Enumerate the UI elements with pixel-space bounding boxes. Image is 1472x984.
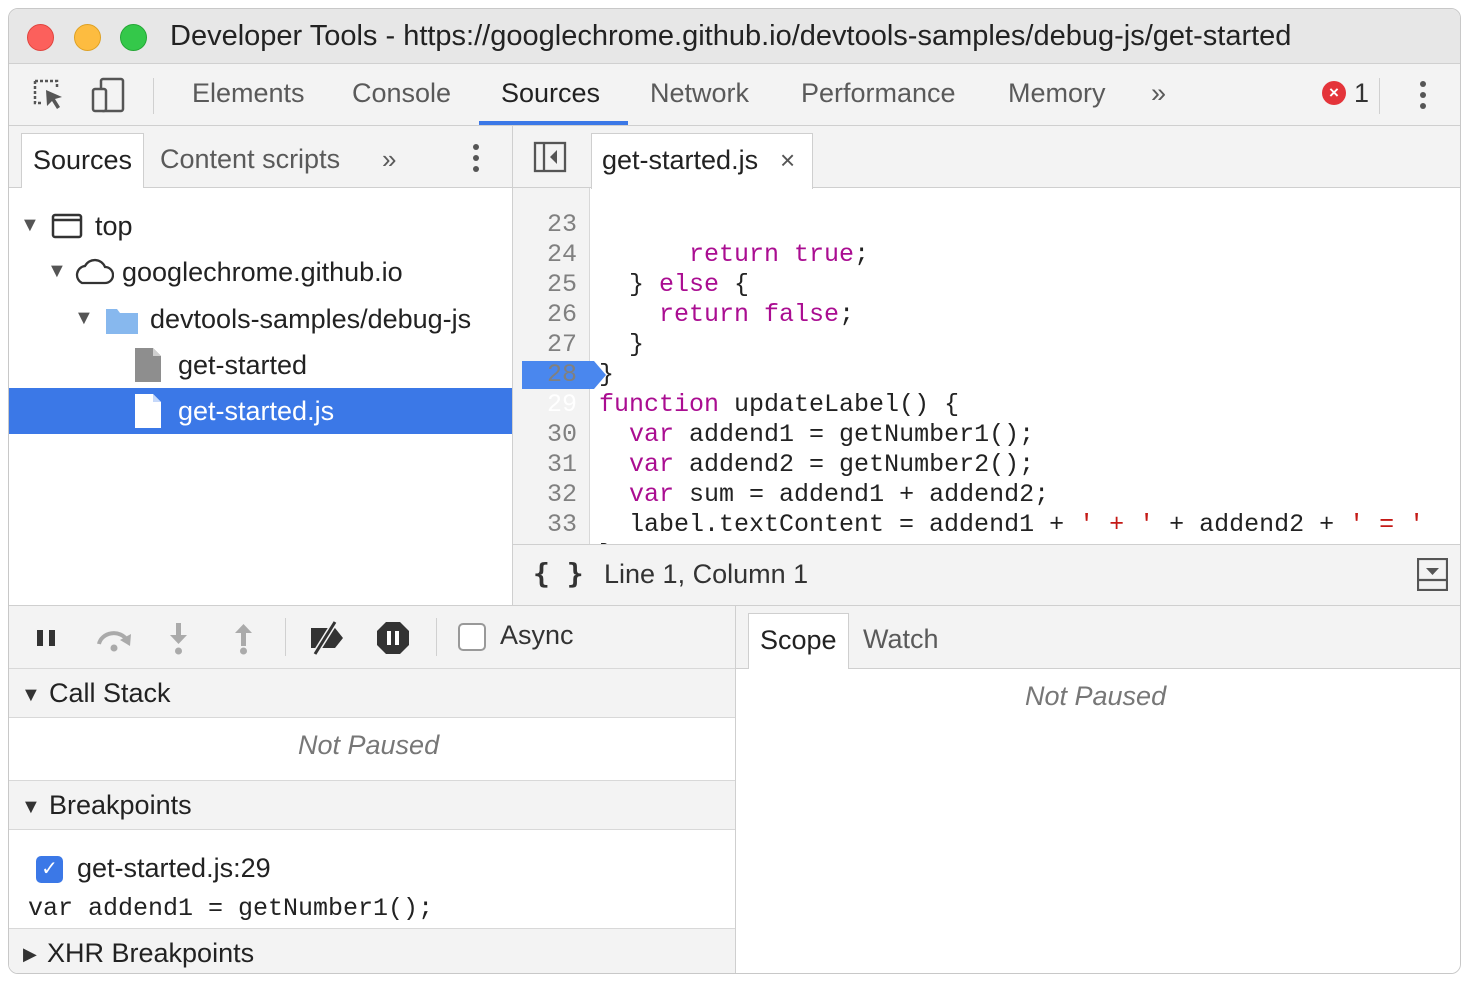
code-line: 30 var addend2 = getNumber2(); [513,390,1460,479]
code-line: 28 function updateLabel() { [513,330,1460,419]
tree-item-label: get-started.js [178,396,335,426]
code-line: 33 } [513,480,1460,544]
pause-on-exceptions-icon[interactable] [375,620,411,656]
code-line: 34 function getNumber1() { [513,510,1460,544]
file-tab-label: get-started.js [602,145,759,175]
code-line: 24 } else { [513,210,1460,299]
maximize-window-button[interactable] [120,24,147,51]
navigator-tab-bar: Sources Content scripts » [9,126,512,188]
toolbar-divider [153,78,154,114]
pretty-print-icon[interactable]: { } [533,557,584,590]
editor-tab-bar: get-started.js × [513,126,1460,189]
cursor-position: Line 1, Column 1 [604,559,809,589]
tab-content-scripts[interactable]: Content scripts [149,133,351,188]
collapse-arrow-icon[interactable]: ▼ [21,796,41,819]
code-line: 27 } [513,300,1460,389]
expand-arrow-icon[interactable]: ▼ [74,307,94,330]
toggle-drawer-icon[interactable] [1417,558,1448,591]
scope-status: Not Paused [1025,681,1167,711]
step-out-icon[interactable] [226,620,262,656]
editor-status-bar: { } Line 1, Column 1 [513,544,1460,605]
tab-sources-navigator[interactable]: Sources [21,133,145,188]
code-area[interactable]: 23 return true; 24 } else { 25 return fa… [513,188,1460,544]
tab-performance[interactable]: Performance [801,64,956,126]
breakpoint-location[interactable]: get-started.js:29 [77,853,271,884]
inspect-element-icon[interactable] [29,77,69,113]
window-title: Developer Tools - https://googlechrome.g… [170,20,1292,52]
navigator-menu-icon[interactable] [464,140,488,176]
call-stack-status: Not Paused [298,730,440,760]
call-stack-header[interactable]: ▼ Call Stack [9,668,735,718]
tab-scope[interactable]: Scope [748,613,849,669]
code-editor: get-started.js × 23 return true; 24 } el… [513,126,1460,605]
code-line-breakpoint: 29 var addend1 = getNumber1(); [513,360,1460,449]
debugger-sidebar: Async ▼ Call Stack Not Paused ▼ Breakpoi… [9,605,736,973]
document-icon [135,394,161,428]
tree-item-label: devtools-samples/debug-js [150,304,472,334]
main-tab-bar: Elements Console Sources Network Perform… [9,64,1460,126]
step-over-icon[interactable] [93,620,135,656]
toolbar-divider [1379,78,1380,114]
cloud-icon [75,258,114,285]
code-line: 31 var sum = addend1 + addend2; [513,420,1460,509]
tree-item-top[interactable]: ▼ top [9,203,512,249]
expand-arrow-icon[interactable]: ▼ [20,214,40,237]
tree-item-label: googlechrome.github.io [122,257,403,287]
tree-item-file-selected[interactable]: get-started.js [9,388,512,434]
device-toolbar-icon[interactable] [89,77,129,113]
expand-arrow-icon[interactable]: ▼ [47,260,67,283]
code-line: 23 return true; [513,188,1460,269]
deactivate-breakpoints-icon[interactable] [305,620,349,656]
more-tabs-icon[interactable]: » [1151,64,1166,126]
toolbar-divider [436,618,437,656]
more-navigator-tabs-icon[interactable]: » [371,133,407,188]
tab-watch[interactable]: Watch [852,613,950,669]
async-checkbox[interactable] [458,623,486,651]
async-label: Async [500,620,574,650]
file-tab-get-started-js[interactable]: get-started.js × [591,133,813,189]
active-tab-indicator [479,121,628,125]
tree-item-label: get-started [178,350,308,380]
code-line: 32 label.textContent = addend1 + ' + ' +… [513,450,1460,539]
tree-item-domain[interactable]: ▼ googlechrome.github.io [9,249,512,295]
scope-pane: Scope Watch Not Paused [736,605,1460,973]
frame-icon [51,213,83,239]
tab-elements[interactable]: Elements [192,64,305,126]
breakpoint-code: var addend1 = getNumber1(); [28,894,434,923]
close-window-button[interactable] [27,24,54,51]
toggle-navigator-icon[interactable] [533,141,567,173]
code-line: 26 } [513,270,1460,359]
title-bar: Developer Tools - https://googlechrome.g… [9,9,1460,64]
pause-icon[interactable] [29,620,65,656]
folder-icon [106,309,138,334]
xhr-breakpoints-header[interactable]: ▶ XHR Breakpoints [9,928,735,973]
more-options-icon[interactable] [1405,77,1441,113]
breakpoints-header[interactable]: ▼ Breakpoints [9,780,735,830]
call-stack-title: Call Stack [49,678,171,708]
tab-memory[interactable]: Memory [1008,64,1106,126]
document-icon [135,348,161,382]
step-into-icon[interactable] [161,620,197,656]
close-tab-icon[interactable]: × [780,134,795,186]
minimize-window-button[interactable] [74,24,101,51]
error-icon[interactable]: × [1322,81,1346,105]
file-navigator: Sources Content scripts » ▼ top ▼ google… [9,126,513,605]
tree-item-file[interactable]: get-started [9,342,512,388]
toolbar-divider [285,618,286,656]
debugger-toolbar: Async [9,606,735,669]
tab-network[interactable]: Network [650,64,749,126]
tab-console[interactable]: Console [352,64,451,126]
devtools-window: Developer Tools - https://googlechrome.g… [8,8,1461,974]
expand-arrow-icon[interactable]: ▶ [23,944,37,965]
error-count[interactable]: 1 [1354,78,1369,109]
xhr-breakpoints-title: XHR Breakpoints [47,938,255,968]
code-line: 25 return false; [513,240,1460,329]
collapse-arrow-icon[interactable]: ▼ [21,684,41,707]
scope-tab-bar: Scope Watch [736,606,1460,669]
breakpoint-checkbox[interactable]: ✓ [36,856,63,883]
tab-sources[interactable]: Sources [501,64,600,126]
tree-item-label: top [95,211,133,241]
breakpoints-title: Breakpoints [49,790,192,820]
tree-item-folder[interactable]: ▼ devtools-samples/debug-js [9,296,512,342]
